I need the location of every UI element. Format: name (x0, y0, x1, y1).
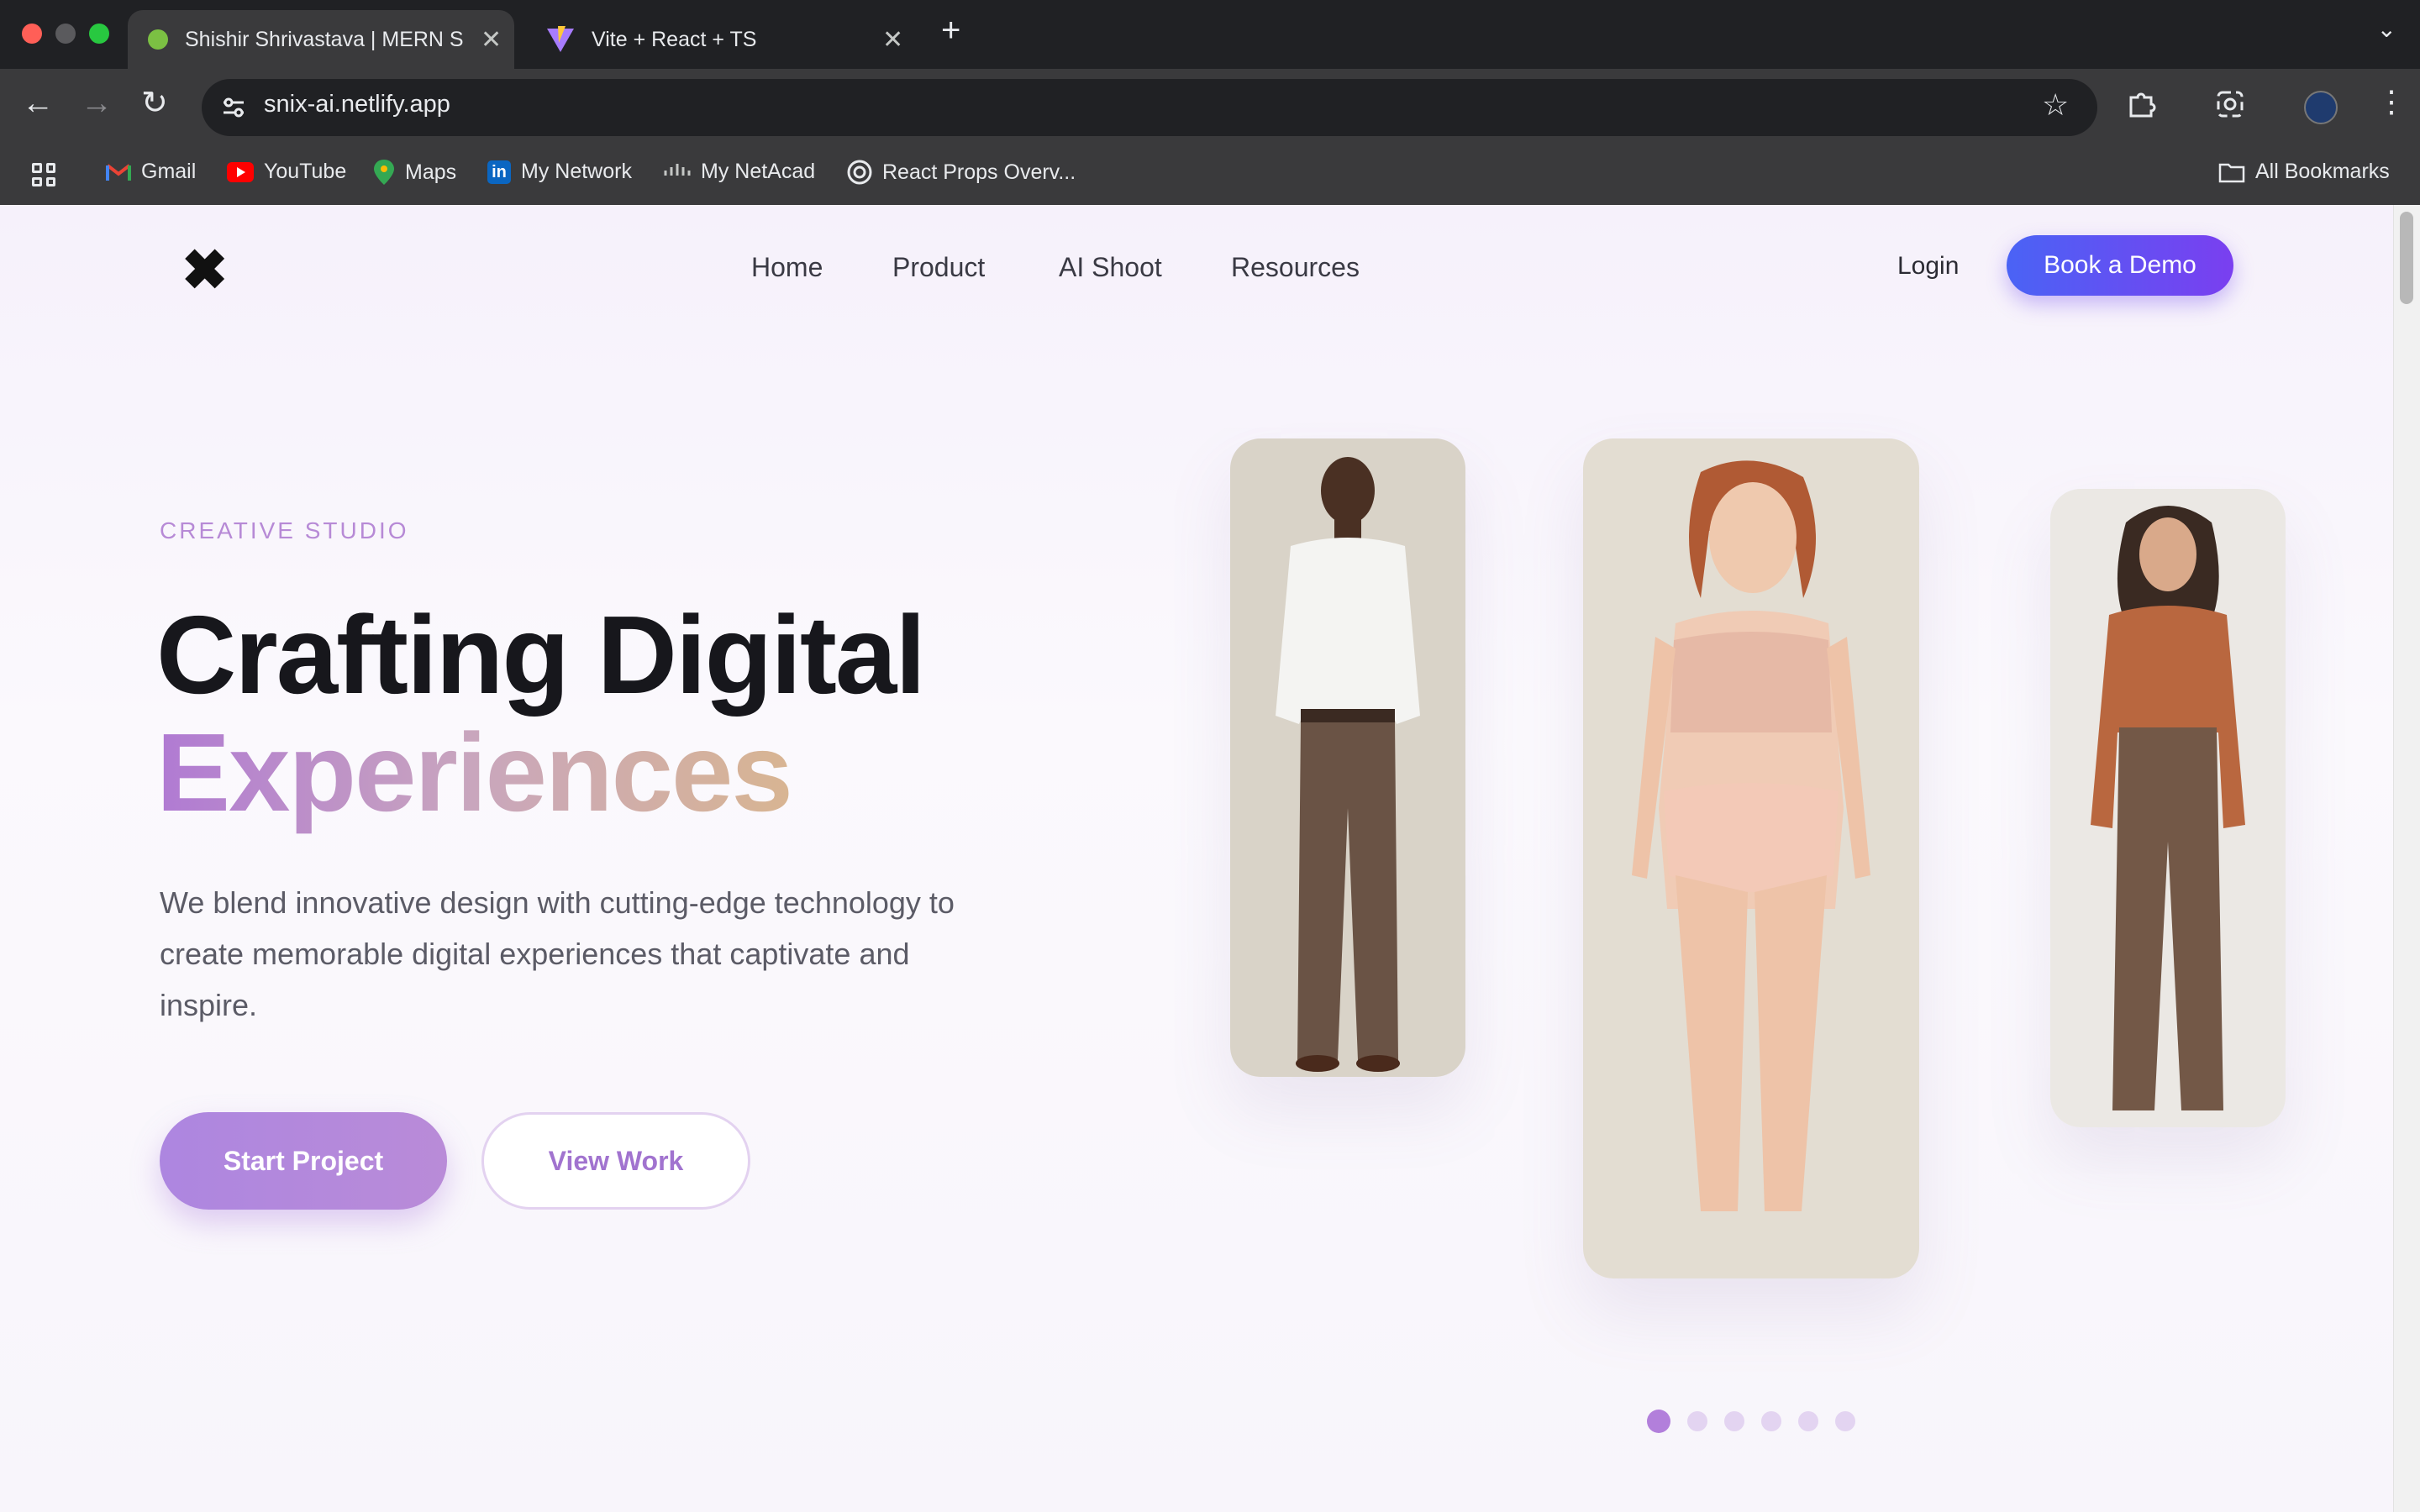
carousel-card-man[interactable] (1230, 438, 1465, 1077)
view-work-button[interactable]: View Work (481, 1112, 750, 1210)
maximize-window-button[interactable] (89, 24, 109, 44)
nav-product[interactable]: Product (892, 252, 985, 283)
carousel-dot[interactable] (1835, 1411, 1855, 1431)
carousel-card-woman-right[interactable] (2050, 489, 2286, 1127)
address-bar[interactable] (202, 79, 2097, 136)
scrollbar-thumb[interactable] (2400, 212, 2413, 304)
linkedin-icon: in (487, 160, 511, 184)
carousel-dot[interactable] (1687, 1411, 1707, 1431)
model-woman-rust-image (2050, 489, 2286, 1127)
tab-title: Shishir Shrivastava | MERN St (185, 27, 464, 51)
bookmark-youtube[interactable]: YouTube (227, 160, 346, 184)
reload-button[interactable]: ↻ (141, 84, 168, 122)
tab-portfolio[interactable]: Shishir Shrivastava | MERN St ✕ (128, 10, 514, 69)
site-logo-icon[interactable]: ✖ (182, 242, 228, 297)
login-link[interactable]: Login (1897, 252, 1959, 281)
page-scrollbar[interactable] (2393, 205, 2420, 1512)
minimize-window-button[interactable] (55, 24, 76, 44)
forward-button[interactable]: → (81, 86, 113, 122)
bookmark-gmail[interactable]: Gmail (106, 160, 196, 184)
screenshot-icon[interactable] (2215, 89, 2245, 119)
bookmark-react-props[interactable]: React Props Overv... (847, 160, 1076, 185)
cisco-icon (664, 163, 691, 176)
extensions-icon[interactable] (2126, 89, 2156, 119)
folder-icon (2218, 163, 2245, 182)
hero-title-line2: Experiences (156, 711, 793, 834)
site-favicon-icon (148, 29, 168, 50)
carousel-dot[interactable] (1647, 1410, 1670, 1433)
vite-logo-icon (547, 26, 574, 52)
maps-pin-icon (374, 160, 394, 185)
carousel-dot[interactable] (1798, 1411, 1818, 1431)
close-icon[interactable]: ✕ (481, 25, 502, 55)
profile-avatar[interactable] (2304, 91, 2338, 124)
carousel-dot[interactable] (1724, 1411, 1744, 1431)
nav-resources[interactable]: Resources (1231, 252, 1360, 283)
model-woman-image (1583, 438, 1919, 1278)
carousel-dot[interactable] (1761, 1411, 1781, 1431)
book-demo-button[interactable]: Book a Demo (2007, 235, 2233, 296)
site-settings-icon[interactable] (220, 94, 247, 121)
close-window-button[interactable] (22, 24, 42, 44)
hero-description: We blend innovative design with cutting-… (160, 885, 955, 1022)
tab-vite[interactable]: Vite + React + TS ✕ (529, 10, 916, 69)
bookmark-my-netacad[interactable]: My NetAcad (664, 160, 815, 184)
youtube-icon (227, 161, 254, 182)
openai-icon (847, 160, 872, 185)
start-project-button[interactable]: Start Project (160, 1112, 447, 1210)
gmail-icon (106, 163, 131, 181)
hero-title-line1: Crafting Digital (156, 593, 926, 717)
tab-title: Vite + React + TS (592, 27, 757, 51)
carousel-pagination (1647, 1410, 1855, 1433)
model-man-image (1230, 438, 1465, 1077)
browser-menu-icon[interactable]: ⋮ (2376, 84, 2407, 119)
apps-grid-icon[interactable] (32, 163, 55, 186)
all-bookmarks[interactable]: All Bookmarks (2218, 160, 2390, 184)
bookmark-my-network[interactable]: in My Network (487, 160, 632, 184)
back-button[interactable]: ← (22, 86, 54, 122)
url-text[interactable]: snix-ai.netlify.app (264, 91, 450, 118)
carousel-card-woman-center[interactable] (1583, 438, 1919, 1278)
close-icon[interactable]: ✕ (882, 25, 903, 55)
new-tab-button[interactable]: + (941, 12, 960, 50)
bookmark-star-icon[interactable]: ☆ (2042, 87, 2069, 123)
hero-eyebrow: CREATIVE STUDIO (160, 517, 409, 543)
bookmark-maps[interactable]: Maps (373, 160, 456, 185)
nav-ai-shoot[interactable]: AI Shoot (1059, 252, 1162, 283)
tab-search-icon[interactable]: ⌄ (2377, 15, 2396, 43)
landing-page: ✖ Home Product AI Shoot Resources Login … (0, 205, 2393, 1512)
nav-home[interactable]: Home (751, 252, 823, 283)
